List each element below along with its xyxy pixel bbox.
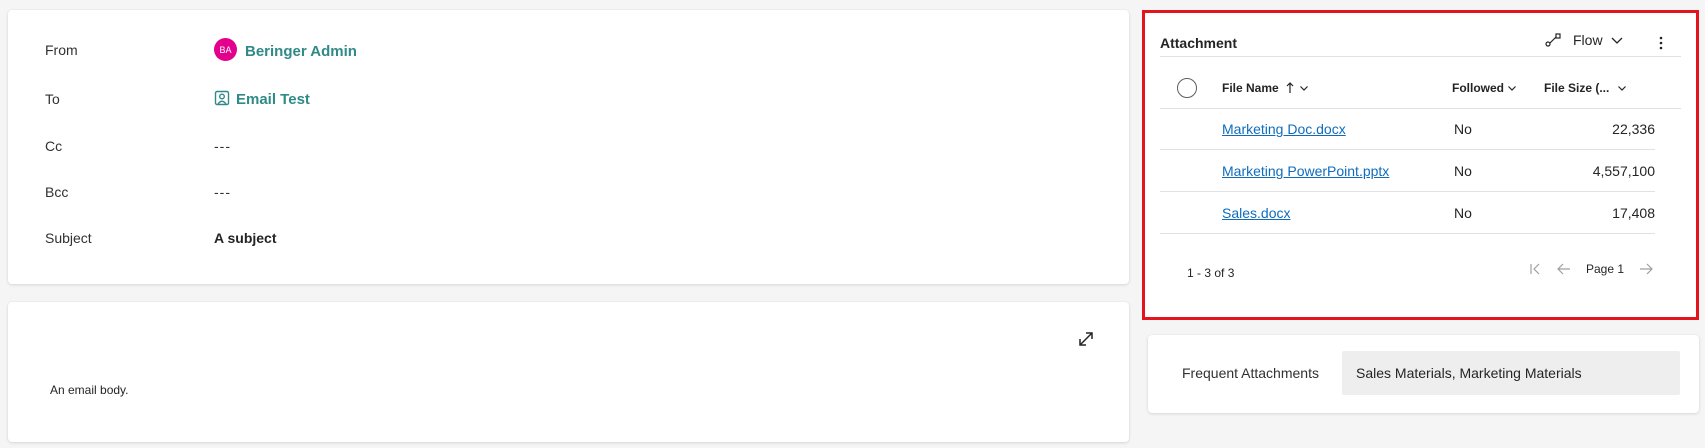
bcc-value[interactable]: --- [214,184,231,200]
from-value[interactable]: BA Beringer Admin [214,38,357,61]
cc-value[interactable]: --- [214,138,231,154]
table-row[interactable]: Marketing Doc.docx No 22,336 [1160,108,1655,150]
avatar: BA [214,38,237,61]
from-label: From [45,42,78,58]
column-header-followed[interactable]: Followed [1452,81,1517,95]
subject-label: Subject [45,230,92,246]
chevron-down-icon [1299,86,1308,91]
followed-cell: No [1454,205,1472,221]
followed-cell: No [1454,121,1472,137]
subject-row: Subject A subject [8,224,1129,254]
first-page-icon[interactable] [1528,261,1544,277]
attachment-title: Attachment [1160,35,1238,51]
file-name-link[interactable]: Marketing Doc.docx [1222,121,1346,137]
record-count: 1 - 3 of 3 [1187,266,1235,280]
more-vertical-icon[interactable] [1653,33,1669,53]
email-body-text[interactable]: An email body. [50,383,129,397]
next-page-icon[interactable] [1638,261,1654,277]
file-size-cell: 17,408 [1612,205,1655,221]
email-header-card: From BA Beringer Admin To Email Test Cc … [8,10,1129,284]
page-label: Page 1 [1586,262,1625,276]
from-link[interactable]: Beringer Admin [245,43,357,60]
email-body-card: An email body. [8,302,1129,442]
bcc-label: Bcc [45,184,69,200]
flow-button[interactable]: Flow [1545,32,1623,48]
to-link[interactable]: Email Test [236,91,310,108]
contact-card-icon [214,90,230,106]
to-row: To Email Test [8,85,1129,115]
cc-label: Cc [45,138,63,154]
file-name-link[interactable]: Sales.docx [1222,205,1290,221]
bcc-row: Bcc --- [8,178,1129,208]
sort-ascending-icon [1286,82,1294,93]
column-header-file-name[interactable]: File Name [1222,81,1309,95]
cc-row: Cc --- [8,132,1129,162]
to-label: To [45,91,60,107]
table-row[interactable]: Sales.docx No 17,408 [1160,192,1655,234]
select-all-checkbox[interactable] [1177,78,1197,98]
expand-icon[interactable] [1076,329,1096,349]
file-size-cell: 22,336 [1612,121,1655,137]
attachment-subgrid: Attachment Flow File Name Followed File … [1142,10,1699,320]
column-label: File Size (... [1544,81,1610,95]
subject-value[interactable]: A subject [214,230,277,246]
file-size-cell: 4,557,100 [1592,163,1655,179]
frequent-attachments-card: Frequent Attachments Sales Materials, Ma… [1148,335,1699,413]
frequent-attachments-label: Frequent Attachments [1182,365,1319,381]
pager: Page 1 [1528,261,1666,277]
file-name-link[interactable]: Marketing PowerPoint.pptx [1222,163,1389,179]
flow-label: Flow [1573,32,1603,48]
frequent-attachments-field[interactable]: Sales Materials, Marketing Materials [1342,351,1680,395]
from-row: From BA Beringer Admin [8,36,1129,66]
grid-header: File Name Followed File Size (... [1160,68,1680,111]
column-header-file-size[interactable]: File Size (... [1544,81,1627,95]
chevron-down-icon [1618,86,1627,91]
followed-cell: No [1454,163,1472,179]
to-value[interactable]: Email Test [214,90,310,108]
flow-icon [1545,33,1561,47]
divider [1160,56,1681,57]
table-row[interactable]: Marketing PowerPoint.pptx No 4,557,100 [1160,150,1655,192]
chevron-down-icon [1508,86,1516,91]
column-label: Followed [1452,81,1504,95]
previous-page-icon[interactable] [1556,261,1572,277]
column-label: File Name [1222,81,1279,95]
chevron-down-icon [1611,37,1623,44]
